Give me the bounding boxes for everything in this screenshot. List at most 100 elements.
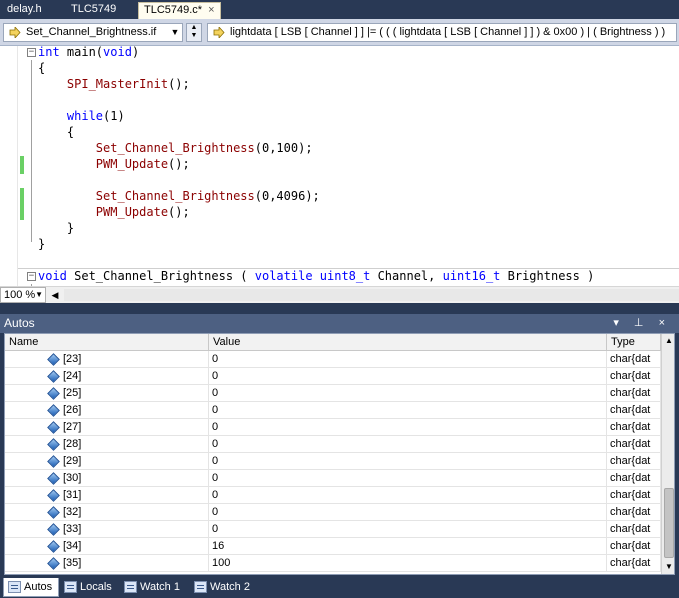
row-value[interactable]: 0 (209, 487, 607, 504)
code-line[interactable]: Set_Channel_Brightness(0,100); (38, 140, 313, 156)
column-header-name[interactable]: Name (5, 334, 209, 351)
window-controls[interactable]: ▾ ⊥ × (613, 314, 671, 332)
close-icon[interactable]: × (208, 3, 214, 18)
code-token: } (38, 221, 75, 235)
code-token: (1) (103, 109, 125, 123)
column-header-type[interactable]: Type (607, 334, 661, 351)
tab-delay-h[interactable]: delay.h (2, 2, 47, 19)
tab-autos[interactable]: Autos (3, 578, 60, 597)
code-line[interactable]: PWM_Update(); (38, 156, 190, 172)
row-value[interactable]: 0 (209, 419, 607, 436)
table-row[interactable]: [32] 0 char{dat (5, 504, 661, 521)
row-value[interactable]: 0 (209, 521, 607, 538)
code-line[interactable]: PWM_Update(); (38, 204, 190, 220)
field-icon (47, 387, 60, 400)
code-token: void (38, 269, 67, 283)
tab-tlc5749-c[interactable]: TLC5749.c* × (138, 2, 221, 19)
row-value[interactable]: 0 (209, 453, 607, 470)
code-line[interactable]: while(1) (38, 108, 125, 124)
scroll-left-icon[interactable]: ◀ (48, 288, 62, 302)
code-line[interactable]: { (38, 60, 45, 76)
row-value[interactable]: 0 (209, 436, 607, 453)
row-name: [35] (5, 555, 209, 572)
code-token: Set_Channel_Brightness ( (66, 269, 255, 283)
tab-locals[interactable]: Locals (60, 578, 118, 597)
vertical-scrollbar[interactable]: ▲ ▼ (661, 334, 674, 574)
field-icon (47, 455, 60, 468)
field-icon (47, 353, 60, 366)
table-row[interactable]: [35] 100 char{dat (5, 555, 661, 572)
table-row[interactable]: [34] 16 char{dat (5, 538, 661, 555)
row-type: char{dat (607, 453, 661, 470)
tool-window-tabs: Autos Locals Watch 1 Watch 2 (0, 576, 679, 598)
code-line[interactable]: Set_Channel_Brightness(0,4096); (38, 188, 320, 204)
navigation-bar: Set_Channel_Brightness.if ▼ ▲ ▼ lightdata… (0, 19, 679, 46)
row-value[interactable]: 0 (209, 351, 607, 368)
row-value[interactable]: 0 (209, 368, 607, 385)
scroll-up-icon[interactable]: ▲ (662, 334, 674, 348)
indicator-margin (0, 46, 18, 286)
collapse-icon[interactable]: − (27, 272, 36, 281)
field-icon (47, 404, 60, 417)
code-line[interactable]: { (38, 124, 74, 140)
code-token: Set_Channel_Brightness (95, 141, 255, 155)
zoom-value: 100 % (4, 289, 36, 301)
table-row[interactable]: [27] 0 char{dat (5, 419, 661, 436)
table-row[interactable]: [30] 0 char{dat (5, 470, 661, 487)
code-line[interactable]: } (38, 220, 74, 236)
row-value[interactable]: 0 (209, 402, 607, 419)
zoom-dropdown[interactable]: 100 % ▼ (0, 287, 46, 303)
code-line[interactable]: SPI_MasterInit(); (38, 76, 190, 92)
arrow-right-icon (9, 27, 21, 38)
code-line[interactable]: } (38, 236, 45, 252)
table-row[interactable]: [24] 0 char{dat (5, 368, 661, 385)
field-icon (47, 557, 60, 570)
field-icon (47, 523, 60, 536)
column-header-value[interactable]: Value (209, 334, 607, 351)
row-type: char{dat (607, 351, 661, 368)
row-value[interactable]: 0 (209, 385, 607, 402)
row-value[interactable]: 0 (209, 504, 607, 521)
code-token: PWM_Update (95, 157, 169, 171)
table-row[interactable]: [29] 0 char{dat (5, 453, 661, 470)
chevron-down-icon[interactable]: ▼ (168, 24, 182, 41)
code-line[interactable]: void Set_Channel_Brightness ( volatile u… (38, 268, 594, 284)
chevron-down-icon: ▼ (35, 290, 43, 299)
tab-watch-2[interactable]: Watch 2 (190, 578, 256, 597)
code-token: int (38, 46, 60, 59)
grid-header: Name Value Type (5, 334, 661, 351)
code-token: } (38, 237, 46, 251)
scroll-down-icon[interactable]: ▼ (662, 560, 674, 574)
code-token: (0,100); (254, 141, 313, 155)
row-value[interactable]: 0 (209, 470, 607, 487)
table-row[interactable]: [33] 0 char{dat (5, 521, 661, 538)
tab-tlc5749[interactable]: TLC5749 (66, 2, 121, 19)
code-editor[interactable]: int main(void){ SPI_MasterInit(); while(… (0, 46, 679, 286)
table-row[interactable]: [23] 0 char{dat (5, 351, 661, 368)
table-row[interactable]: [31] 0 char{dat (5, 487, 661, 504)
collapse-icon[interactable]: − (27, 48, 36, 57)
table-row[interactable]: [28] 0 char{dat (5, 436, 661, 453)
scope-dropdown[interactable]: Set_Channel_Brightness.if ▼ (3, 23, 183, 42)
split-toggle-button[interactable]: ▲ ▼ (186, 23, 202, 42)
code-token: (); (168, 157, 190, 171)
table-row[interactable]: [25] 0 char{dat (5, 385, 661, 402)
horizontal-scrollbar[interactable] (64, 289, 679, 301)
row-value[interactable]: 100 (209, 555, 607, 572)
code-token: (); (168, 205, 190, 219)
code-token: void (103, 46, 132, 59)
tab-watch-1[interactable]: Watch 1 (120, 578, 186, 597)
member-dropdown[interactable]: lightdata [ LSB [ Channel ] ] |= ( ( ( l… (207, 23, 677, 42)
scrollbar-thumb[interactable] (664, 488, 674, 558)
code-token: main( (59, 46, 104, 59)
row-value[interactable]: 16 (209, 538, 607, 555)
table-row[interactable]: [26] 0 char{dat (5, 402, 661, 419)
field-icon (47, 506, 60, 519)
code-line[interactable]: int main(void) (38, 46, 139, 60)
row-name: [26] (5, 402, 209, 419)
member-dropdown-value: lightdata [ LSB [ Channel ] ] |= ( ( ( l… (230, 26, 666, 38)
row-name: [30] (5, 470, 209, 487)
